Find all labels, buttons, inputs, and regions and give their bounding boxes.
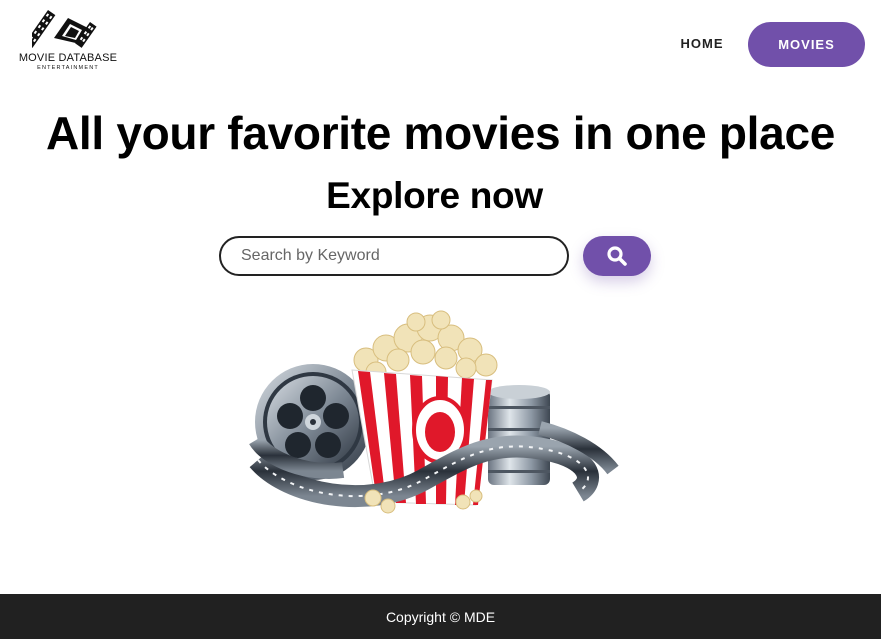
footer-copyright: Copyright © MDE [385, 608, 496, 625]
search-icon [607, 246, 627, 266]
site-footer: Copyright © MDE [0, 594, 881, 639]
search-input[interactable] [219, 236, 569, 276]
nav-home-link[interactable]: HOME [672, 34, 732, 54]
site-logo[interactable]: MOVIE DATABASE ENTERTAINMENT [10, 8, 126, 72]
search-button[interactable] [583, 236, 651, 276]
nav-movies-button[interactable]: MOVIES [748, 22, 865, 67]
logo-subtitle: ENTERTAINMENT [37, 65, 99, 71]
film-clapper-logo-icon [32, 10, 97, 48]
hero-title: All your favorite movies in one place [45, 107, 836, 159]
logo-title: MOVIE DATABASE [18, 52, 118, 64]
hero-subtitle: Explore now [326, 175, 543, 216]
popcorn-film-reel-illustration [249, 310, 619, 514]
